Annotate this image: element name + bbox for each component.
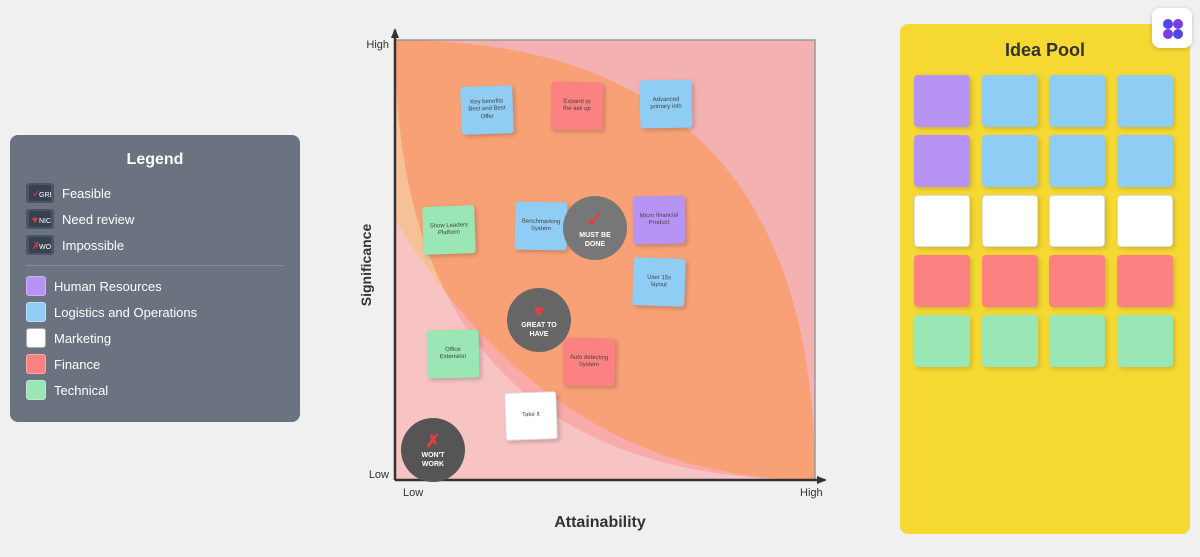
idea-pool-grid xyxy=(914,75,1176,367)
finance-color xyxy=(26,354,46,374)
x-axis-label: Attainability xyxy=(554,514,646,532)
impossible-icon: ✗ WONT xyxy=(26,235,54,255)
idea-note-9[interactable] xyxy=(914,195,970,247)
idea-note-14[interactable] xyxy=(982,255,1038,307)
chart-inner: High Low Low High Key benefitsBest and B… xyxy=(355,20,845,510)
legend-feasible: ✓ GREAT Feasible xyxy=(26,183,284,203)
chart-wrapper: Significance High xyxy=(355,20,845,510)
sticky-note-5[interactable]: BenchmarkingSystem xyxy=(515,202,568,251)
idea-note-18[interactable] xyxy=(982,315,1038,367)
legend-finance: Finance xyxy=(26,354,284,374)
svg-text:GREAT: GREAT xyxy=(39,192,51,199)
app-logo xyxy=(1158,14,1186,42)
sticky-note-3[interactable]: Advancedprimary info xyxy=(640,80,693,129)
legend-logistics: Logistics and Operations xyxy=(26,302,284,322)
impossible-label: Impossible xyxy=(62,238,124,253)
legend-title: Legend xyxy=(26,151,284,169)
sticky-note-9[interactable]: Auto detectingSystem xyxy=(563,338,616,387)
must-be-done-circle: ✓ MUST BEDONE xyxy=(563,196,627,260)
idea-note-12[interactable] xyxy=(1117,195,1173,247)
sticky-note-6[interactable]: Micro financialProduct xyxy=(633,196,686,245)
sticky-note-8[interactable]: OfficeExtension xyxy=(427,330,480,379)
marketing-color xyxy=(26,328,46,348)
legend-marketing: Marketing xyxy=(26,328,284,348)
wont-work-circle: ✗ WON'TWORK xyxy=(401,418,465,482)
idea-note-1[interactable] xyxy=(914,75,970,127)
idea-note-5[interactable] xyxy=(914,135,970,187)
technical-color xyxy=(26,380,46,400)
svg-text:Low: Low xyxy=(403,487,423,499)
sticky-note-10[interactable]: Take It xyxy=(504,391,558,441)
feasible-icon: ✓ GREAT xyxy=(26,183,54,203)
idea-note-6[interactable] xyxy=(982,135,1038,187)
idea-note-4[interactable] xyxy=(1117,75,1173,127)
idea-note-20[interactable] xyxy=(1117,315,1173,367)
legend-panel: Legend ✓ GREAT Feasible ♥ NICE Need revi… xyxy=(10,135,300,422)
idea-note-15[interactable] xyxy=(1049,255,1105,307)
hr-label: Human Resources xyxy=(54,279,162,294)
idea-note-8[interactable] xyxy=(1117,135,1173,187)
idea-note-3[interactable] xyxy=(1049,75,1105,127)
idea-pool-title: Idea Pool xyxy=(914,40,1176,61)
idea-note-2[interactable] xyxy=(982,75,1038,127)
finance-label: Finance xyxy=(54,357,100,372)
great-to-have-circle: ♥ GREAT TOHAVE xyxy=(507,288,571,352)
logo-container xyxy=(1152,8,1192,48)
svg-text:Low: Low xyxy=(369,469,389,481)
idea-pool-panel: Idea Pool xyxy=(900,24,1190,534)
idea-note-11[interactable] xyxy=(1049,195,1105,247)
need-review-label: Need review xyxy=(62,212,134,227)
marketing-label: Marketing xyxy=(54,331,111,346)
feasible-label: Feasible xyxy=(62,186,111,201)
legend-hr: Human Resources xyxy=(26,276,284,296)
idea-note-19[interactable] xyxy=(1049,315,1105,367)
legend-need-review: ♥ NICE Need review xyxy=(26,209,284,229)
technical-label: Technical xyxy=(54,383,108,398)
hr-color xyxy=(26,276,46,296)
need-review-icon: ♥ NICE xyxy=(26,209,54,229)
sticky-note-7[interactable]: User 15slayout xyxy=(632,257,686,307)
svg-text:High: High xyxy=(800,487,823,499)
logistics-label: Logistics and Operations xyxy=(54,305,197,320)
legend-impossible: ✗ WONT Impossible xyxy=(26,235,284,255)
legend-technical: Technical xyxy=(26,380,284,400)
idea-note-13[interactable] xyxy=(914,255,970,307)
svg-text:High: High xyxy=(366,39,389,51)
svg-text:NICE: NICE xyxy=(39,218,51,225)
svg-text:WONT: WONT xyxy=(39,244,51,251)
idea-note-16[interactable] xyxy=(1117,255,1173,307)
chart-container: Significance High xyxy=(310,10,890,547)
idea-note-10[interactable] xyxy=(982,195,1038,247)
idea-note-17[interactable] xyxy=(914,315,970,367)
sticky-note-2[interactable]: Expand orthe ask up xyxy=(551,82,604,131)
sticky-note-4[interactable]: Show LeadersPlatform xyxy=(422,205,476,255)
sticky-note-1[interactable]: Key benefitsBest and BestOffer xyxy=(460,85,514,135)
logistics-color xyxy=(26,302,46,322)
idea-note-7[interactable] xyxy=(1049,135,1105,187)
legend-divider xyxy=(26,265,284,266)
svg-text:♥: ♥ xyxy=(32,215,38,226)
